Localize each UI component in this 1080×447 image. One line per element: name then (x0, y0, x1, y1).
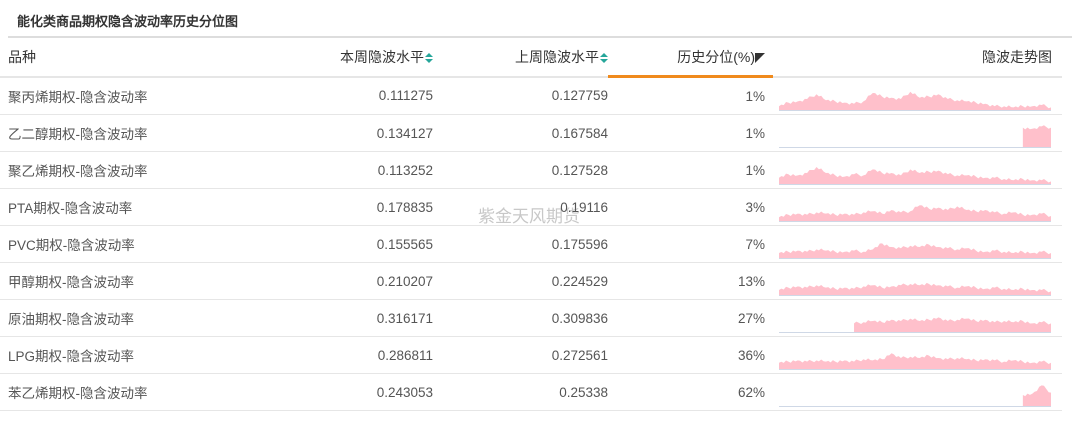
trend-cell (773, 336, 1062, 374)
last-week-iv: 0.127528 (433, 151, 608, 189)
history-percentile: 62% (608, 373, 773, 411)
table-row[interactable]: 聚乙烯期权-隐含波动率 0.113252 0.127528 1% (0, 151, 1062, 189)
history-percentile: 36% (608, 336, 773, 374)
trend-cell (773, 76, 1062, 115)
variety-name: PVC期权-隐含波动率 (0, 225, 258, 263)
table-header: 品种 本周隐波水平 上周隐波水平 历史分位(%) 隐波走势图 (0, 38, 1062, 78)
history-percentile: 7% (608, 225, 773, 263)
variety-name: LPG期权-隐含波动率 (0, 336, 258, 374)
sparkline-area (779, 205, 1051, 222)
sparkline-area (779, 243, 1051, 259)
last-week-iv: 0.127759 (433, 76, 608, 115)
history-percentile: 1% (608, 76, 773, 115)
last-week-iv: 0.309836 (433, 299, 608, 337)
sort-desc-icon[interactable] (755, 52, 765, 63)
history-percentile: 13% (608, 262, 773, 300)
history-percentile: 27% (608, 299, 773, 337)
trend-cell (773, 225, 1062, 263)
table-row[interactable]: 乙二醇期权-隐含波动率 0.134127 0.167584 1% (0, 114, 1062, 152)
header-label: 本周隐波水平 (340, 48, 424, 65)
variety-name: PTA期权-隐含波动率 (0, 188, 258, 226)
history-percentile: 1% (608, 151, 773, 189)
header-variety: 品种 (0, 38, 258, 78)
this-week-iv: 0.178835 (258, 188, 433, 226)
variety-name: 甲醇期权-隐含波动率 (0, 262, 258, 300)
this-week-iv: 0.286811 (258, 336, 433, 374)
variety-name: 聚乙烯期权-隐含波动率 (0, 151, 258, 189)
sparkline-area (779, 282, 1051, 296)
this-week-iv: 0.243053 (258, 373, 433, 411)
trend-cell (773, 188, 1062, 226)
this-week-iv: 0.111275 (258, 76, 433, 115)
table-row[interactable]: 甲醇期权-隐含波动率 0.210207 0.224529 13% (0, 262, 1062, 300)
this-week-iv: 0.316171 (258, 299, 433, 337)
this-week-iv: 0.155565 (258, 225, 433, 263)
trend-sparkline (779, 243, 1051, 259)
history-percentile: 1% (608, 114, 773, 152)
panel-title: 能化类商品期权隐含波动率历史分位图 (17, 15, 239, 30)
volatility-percentile-panel: 能化类商品期权隐含波动率历史分位图 紫金天风期货 品种 本周隐波水平 上周隐波水… (0, 0, 1080, 447)
table-row[interactable]: 聚丙烯期权-隐含波动率 0.111275 0.127759 1% (0, 76, 1062, 115)
last-week-iv: 0.224529 (433, 262, 608, 300)
variety-name: 乙二醇期权-隐含波动率 (0, 114, 258, 152)
table-row[interactable]: 苯乙烯期权-隐含波动率 0.243053 0.25338 62% (0, 373, 1062, 411)
trend-cell (773, 299, 1062, 337)
sort-icon[interactable] (425, 52, 433, 64)
variety-name: 苯乙烯期权-隐含波动率 (0, 373, 258, 411)
variety-name: 聚丙烯期权-隐含波动率 (0, 76, 258, 115)
table-row[interactable]: PVC期权-隐含波动率 0.155565 0.175596 7% (0, 225, 1062, 263)
header-last-week[interactable]: 上周隐波水平 (433, 38, 608, 78)
table-row[interactable]: PTA期权-隐含波动率 0.178835 0.19116 3% (0, 188, 1062, 226)
last-week-iv: 0.175596 (433, 225, 608, 263)
table-row[interactable]: 原油期权-隐含波动率 0.316171 0.309836 27% (0, 299, 1062, 337)
header-label: 隐波走势图 (982, 48, 1052, 65)
trend-cell (773, 373, 1062, 411)
sparkline-area (1022, 125, 1051, 148)
this-week-iv: 0.113252 (258, 151, 433, 189)
trend-sparkline (779, 125, 1051, 148)
trend-sparkline (779, 385, 1051, 407)
trend-sparkline (779, 205, 1051, 222)
table-row[interactable]: LPG期权-隐含波动率 0.286811 0.272561 36% (0, 336, 1062, 374)
this-week-iv: 0.210207 (258, 262, 433, 300)
sparkline-area (1022, 385, 1051, 407)
last-week-iv: 0.19116 (433, 188, 608, 226)
header-this-week[interactable]: 本周隐波水平 (258, 38, 433, 78)
sort-icon[interactable] (600, 52, 608, 64)
header-label: 上周隐波水平 (515, 48, 599, 65)
trend-sparkline (779, 317, 1051, 333)
variety-name: 原油期权-隐含波动率 (0, 299, 258, 337)
header-trend: 隐波走势图 (773, 38, 1062, 78)
header-percentile[interactable]: 历史分位(%) (608, 38, 773, 78)
trend-sparkline (779, 91, 1051, 111)
volatility-table: 品种 本周隐波水平 上周隐波水平 历史分位(%) 隐波走势图 聚丙烯期权-隐含波… (0, 38, 1062, 411)
last-week-iv: 0.167584 (433, 114, 608, 152)
trend-sparkline (779, 353, 1051, 370)
history-percentile: 3% (608, 188, 773, 226)
sparkline-area (779, 353, 1051, 370)
this-week-iv: 0.134127 (258, 114, 433, 152)
trend-sparkline (779, 282, 1051, 296)
trend-cell (773, 151, 1062, 189)
trend-sparkline (779, 167, 1051, 185)
last-week-iv: 0.25338 (433, 373, 608, 411)
sparkline-area (779, 91, 1051, 111)
sparkline-area (854, 317, 1051, 333)
trend-cell (773, 114, 1062, 152)
header-label: 历史分位(%) (677, 48, 755, 65)
sparkline-area (779, 167, 1051, 185)
header-label: 品种 (8, 48, 36, 65)
last-week-iv: 0.272561 (433, 336, 608, 374)
trend-cell (773, 262, 1062, 300)
